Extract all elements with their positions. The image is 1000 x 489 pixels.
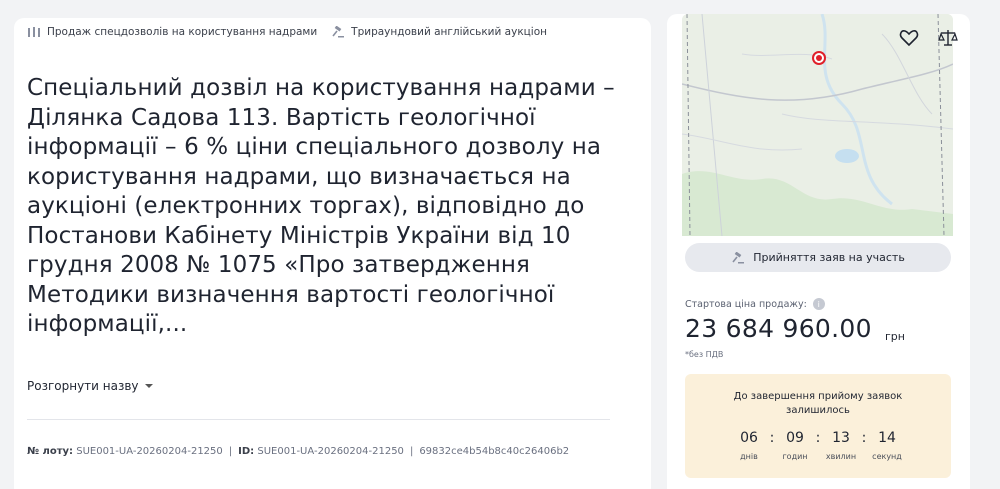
accept-button-label: Прийняття заяв на участь [753,251,905,264]
expand-title-button[interactable]: Розгорнути назву [27,379,153,393]
countdown-hours: 09 годин [778,430,812,461]
countdown-minutes: 13 хвилин [824,430,858,461]
starting-price-label-text: Стартова ціна продажу: [685,298,807,310]
seconds-label: секунд [872,452,902,461]
hash-value: 69832ce4b54b8c40c26406b2 [419,446,570,457]
lot-identifiers: № лоту: SUE001-UA-20260204-21250 | ID: S… [27,446,569,457]
starting-price-value: 23 684 960.00 [685,314,872,343]
hours-value: 09 [786,430,804,446]
minutes-value: 13 [832,430,850,446]
time-separator: : [861,430,867,446]
time-separator: : [769,430,775,446]
columns-icon [28,27,40,37]
heart-icon[interactable] [899,28,919,48]
divider [27,419,610,420]
info-icon[interactable]: i [812,298,825,310]
category-label: Трираундовий англійський аукціон [351,26,548,38]
gavel-icon [332,26,345,38]
lot-number-value: SUE001-UA-20260204-21250 [76,446,223,457]
countdown-seconds: 14 секунд [870,430,904,461]
gavel-icon [732,251,745,263]
countdown-title-line1: До завершення прийому заявок [733,391,903,402]
category-breadcrumb: Продаж спецдозволів на користування надр… [27,26,561,38]
vat-note: *без ПДВ [685,350,724,359]
currency-label: грн [885,330,905,343]
accepting-applications-button[interactable]: Прийняття заяв на участь [685,243,951,272]
countdown-timer: 06 днів : 09 годин : 13 хвилин : 14 секу… [685,430,951,461]
separator: | [228,446,233,457]
time-separator: : [815,430,821,446]
days-value: 06 [740,430,758,446]
id-label: ID: [238,446,255,457]
auction-sidebar-card: Прийняття заяв на участь Стартова ціна п… [667,14,970,489]
countdown-title: До завершення прийому заявок залишилось [685,390,951,418]
starting-price-label: Стартова ціна продажу: i [685,298,825,310]
seconds-value: 14 [878,430,896,446]
category-auction-type[interactable]: Трираундовий англійський аукціон [331,26,547,38]
days-label: днів [740,452,758,461]
minutes-label: хвилин [825,452,857,461]
expand-title-label: Розгорнути назву [27,379,139,393]
compare-scales-icon[interactable] [938,28,958,48]
category-subsoil-permits[interactable]: Продаж спецдозволів на користування надр… [27,26,317,38]
chevron-down-icon [144,384,153,388]
category-label: Продаж спецдозволів на користування надр… [47,26,318,38]
lot-number-label: № лоту: [27,446,74,457]
countdown-days: 06 днів [732,430,766,461]
lot-title: Спеціальний дозвіл на користування надра… [27,75,615,337]
separator: | [409,446,414,457]
hours-label: годин [782,452,808,461]
countdown-panel: До завершення прийому заявок залишилось … [685,374,951,478]
id-value: SUE001-UA-20260204-21250 [257,446,404,457]
countdown-title-line2: залишилось [786,405,850,416]
